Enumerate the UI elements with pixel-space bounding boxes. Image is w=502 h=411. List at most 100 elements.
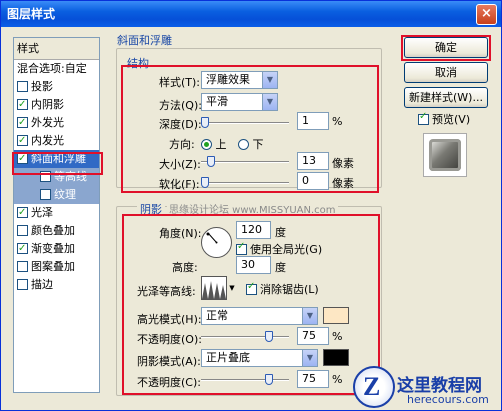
gloss-contour-label: 光泽等高线: xyxy=(137,285,196,298)
highlight-opacity-input[interactable]: 75 xyxy=(297,327,329,345)
direction-down-label: 下 xyxy=(252,138,264,151)
styles-item[interactable]: 投影 xyxy=(14,78,99,96)
styles-item[interactable]: 颜色叠加 xyxy=(14,222,99,240)
styles-item[interactable]: 内发光 xyxy=(14,132,99,150)
highlight-opacity-label: 不透明度(O): xyxy=(137,333,202,346)
styles-item-label: 描边 xyxy=(31,278,53,291)
style-label: 样式(T): xyxy=(159,76,201,89)
style-checkbox[interactable] xyxy=(17,114,28,132)
title-bar: 图层样式 × xyxy=(1,1,501,27)
cancel-button[interactable]: 取消 xyxy=(404,62,488,83)
logo-letter: Z xyxy=(363,372,381,401)
shadow-opacity-slider[interactable] xyxy=(201,374,289,386)
altitude-input[interactable]: 30 xyxy=(236,256,271,274)
new-style-button[interactable]: 新建样式(W)... xyxy=(404,87,488,108)
styles-item[interactable]: 光泽 xyxy=(14,204,99,222)
size-input[interactable]: 13 xyxy=(297,152,329,170)
highlight-mode-select[interactable]: 正常 ▼ xyxy=(201,307,318,325)
styles-item[interactable]: 描边 xyxy=(14,276,99,294)
antialias-label: 消除锯齿(L) xyxy=(260,283,319,296)
shadow-mode-value: 正片叠底 xyxy=(206,351,250,364)
antialias-checkbox[interactable] xyxy=(246,281,257,295)
chevron-down-icon: ▼ xyxy=(302,308,317,324)
gloss-contour-picker[interactable] xyxy=(201,276,227,300)
styles-item-label: 图案叠加 xyxy=(31,260,75,273)
altitude-unit: 度 xyxy=(275,261,286,274)
angle-label: 角度(N): xyxy=(159,227,202,240)
size-label: 大小(Z): xyxy=(159,158,201,171)
soften-input[interactable]: 0 xyxy=(297,172,329,190)
preview-swatch xyxy=(423,133,467,177)
depth-slider[interactable] xyxy=(201,117,289,129)
highlight-color-swatch[interactable] xyxy=(323,307,349,324)
highlight-ok xyxy=(401,35,491,61)
chevron-down-icon: ▼ xyxy=(262,72,277,88)
technique-select[interactable]: 平滑 ▼ xyxy=(201,93,278,111)
preview-option[interactable]: 预览(V) xyxy=(418,111,470,127)
direction-up-label: 上 xyxy=(215,138,227,151)
style-checkbox[interactable] xyxy=(17,81,28,92)
technique-label: 方法(Q): xyxy=(159,99,202,112)
preview-checkbox[interactable] xyxy=(418,111,429,125)
direction-down-option[interactable]: 下 xyxy=(238,136,264,152)
style-select[interactable]: 浮雕效果 ▼ xyxy=(201,71,278,89)
slider-thumb[interactable] xyxy=(265,374,273,385)
styles-item-label: 渐变叠加 xyxy=(31,242,75,255)
size-slider[interactable] xyxy=(201,156,289,168)
size-unit: 像素 xyxy=(332,157,354,170)
shadow-opacity-input[interactable]: 75 xyxy=(297,370,329,388)
slider-thumb[interactable] xyxy=(265,331,273,342)
styles-item-label: 纹理 xyxy=(54,188,76,201)
close-button[interactable]: × xyxy=(476,4,497,25)
slider-thumb[interactable] xyxy=(201,177,209,188)
contour-dropdown-arrow[interactable]: ▼ xyxy=(228,276,236,300)
soften-slider[interactable] xyxy=(201,177,289,189)
global-light-checkbox[interactable] xyxy=(236,241,247,255)
chevron-down-icon: ▼ xyxy=(302,350,317,366)
depth-input[interactable]: 1 xyxy=(297,112,329,130)
style-checkbox[interactable] xyxy=(17,261,28,272)
highlight-mode-label: 高光模式(H): xyxy=(137,313,202,326)
styles-item-label: 内阴影 xyxy=(31,98,64,111)
styles-list: 样式 混合选项:自定投影内阴影外发光内发光斜面和浮雕等高线纹理光泽颜色叠加渐变叠… xyxy=(13,37,100,393)
style-checkbox[interactable] xyxy=(17,279,28,290)
slider-thumb[interactable] xyxy=(201,117,209,128)
highlight-opacity-unit: % xyxy=(332,330,343,343)
altitude-label: 高度: xyxy=(172,261,198,274)
soften-unit: 像素 xyxy=(332,177,354,190)
antialias-option[interactable]: 消除锯齿(L) xyxy=(246,281,319,297)
styles-item[interactable]: 渐变叠加 xyxy=(14,240,99,258)
highlight-bevel-item xyxy=(12,152,103,175)
styles-item[interactable]: 图案叠加 xyxy=(14,258,99,276)
styles-item-label: 外发光 xyxy=(31,116,64,129)
preview-thumbnail xyxy=(429,139,461,171)
radio-down[interactable] xyxy=(238,139,249,150)
styles-item[interactable]: 混合选项:自定 xyxy=(14,60,99,78)
styles-header: 样式 xyxy=(14,38,99,60)
angle-dial[interactable] xyxy=(201,227,232,258)
shadow-color-swatch[interactable] xyxy=(323,349,349,366)
slider-thumb[interactable] xyxy=(207,156,215,167)
angle-unit: 度 xyxy=(275,226,286,239)
site-logo: Z xyxy=(353,366,395,408)
logo-url: herecours.com xyxy=(407,393,489,406)
style-checkbox[interactable] xyxy=(17,132,28,150)
highlight-opacity-slider[interactable] xyxy=(201,331,289,343)
shadow-mode-select[interactable]: 正片叠底 ▼ xyxy=(201,349,318,367)
styles-item-label: 投影 xyxy=(31,80,53,93)
style-checkbox[interactable] xyxy=(17,204,28,222)
style-value: 浮雕效果 xyxy=(206,73,250,86)
technique-value: 平滑 xyxy=(206,95,228,108)
bevel-section-title: 斜面和浮雕 xyxy=(117,34,172,47)
style-checkbox[interactable] xyxy=(17,225,28,236)
styles-item[interactable]: 内阴影 xyxy=(14,96,99,114)
style-checkbox[interactable] xyxy=(17,96,28,114)
style-checkbox[interactable] xyxy=(40,189,51,200)
style-checkbox[interactable] xyxy=(17,240,28,258)
styles-item[interactable]: 纹理 xyxy=(14,186,99,204)
global-light-option[interactable]: 使用全局光(G) xyxy=(236,241,322,257)
direction-up-option[interactable]: 上 xyxy=(201,136,227,152)
angle-input[interactable]: 120 xyxy=(236,221,271,239)
radio-up[interactable] xyxy=(201,139,212,150)
styles-item[interactable]: 外发光 xyxy=(14,114,99,132)
